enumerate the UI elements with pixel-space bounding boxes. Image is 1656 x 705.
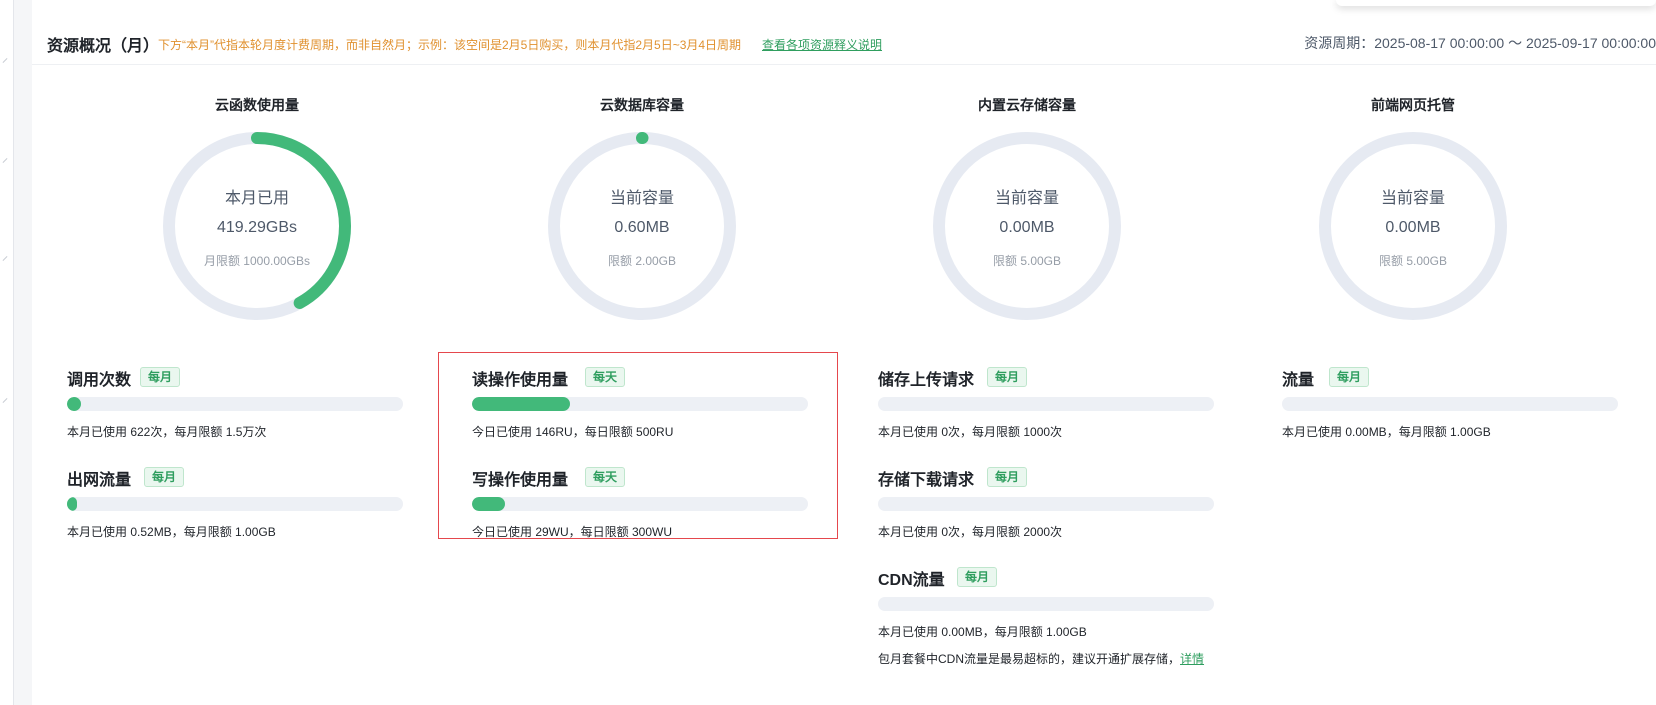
gauge-label: 当前容量 — [1380, 190, 1445, 207]
metric-name: 流量 — [1282, 372, 1315, 389]
progress-track — [67, 497, 403, 511]
metric-upload-requests: 储存上传请求 每月 本月已使用 0次，每月限额 1000次 — [878, 366, 1218, 446]
frequency-badge: 每月 — [1329, 367, 1370, 387]
metric-desc: 今日已使用 146RU，每日限额 500RU — [472, 425, 674, 439]
gauge-label: 当前容量 — [994, 190, 1059, 207]
progress-track — [472, 397, 808, 411]
metric-name: 储存上传请求 — [878, 372, 975, 389]
content-gutter — [15, 0, 32, 705]
metric-desc: 本月已使用 0次，每月限额 2000次 — [878, 525, 1063, 539]
gauge-label: 当前容量 — [609, 190, 674, 207]
gauge-limit: 限额 5.00GB — [1378, 254, 1448, 268]
gauge-title: 云数据库容量 — [600, 97, 684, 113]
progress-track — [472, 497, 808, 511]
cdn-warning-note: 包月套餐中CDN流量是最易超标的，建议开通扩展存储，详情 — [878, 650, 1204, 667]
metric-traffic: 流量 每月 本月已使用 0.00MB，每月限额 1.00GB — [1282, 366, 1622, 446]
metric-name: 读操作使用量 — [472, 372, 569, 389]
frequency-badge: 每月 — [140, 367, 181, 387]
metric-name: 存储下载请求 — [878, 472, 975, 489]
progress-track — [878, 397, 1214, 411]
metric-desc: 本月已使用 0次，每月限额 1000次 — [878, 425, 1063, 439]
rail-tick — [2, 158, 8, 163]
metric-name: CDN流量 — [878, 572, 945, 589]
rail-tick — [2, 398, 8, 403]
progress-fill — [67, 397, 81, 411]
cdn-note-text: 包月套餐中CDN流量是最易超标的，建议开通扩展存储， — [878, 652, 1181, 666]
metric-write-ops: 写操作使用量 每天 今日已使用 29WU，每日限额 300WU — [472, 466, 812, 546]
progress-track — [1282, 397, 1618, 411]
metric-desc: 本月已使用 622次，每月限额 1.5万次 — [67, 425, 267, 439]
gauge-limit: 限额 5.00GB — [992, 254, 1062, 268]
progress-fill — [472, 397, 571, 411]
gauge-value: 0.00MB — [1385, 219, 1441, 236]
metric-desc: 本月已使用 0.00MB，每月限额 1.00GB — [1282, 425, 1491, 439]
progress-track — [67, 397, 403, 411]
overview-header: 资源概况（月） 下方“本月”代指本轮月度计费周期，而非自然月；示例：该空间是2月… — [32, 0, 1656, 65]
progress-track — [878, 497, 1214, 511]
metric-calls: 调用次数 每月 本月已使用 622次，每月限额 1.5万次 — [67, 366, 407, 446]
gauge-label: 本月已用 — [224, 190, 289, 207]
metric-cdn-traffic: CDN流量 每月 本月已使用 0.00MB，每月限额 1.00GB — [878, 566, 1218, 646]
page-title: 资源概况（月） — [47, 38, 160, 55]
gauge-title: 前端网页托管 — [1371, 97, 1455, 113]
gauge-title: 云函数使用量 — [215, 97, 299, 113]
metric-desc: 今日已使用 29WU，每日限额 300WU — [472, 525, 673, 539]
frequency-badge: 每月 — [957, 567, 998, 587]
metric-desc: 本月已使用 0.00MB，每月限额 1.00GB — [878, 625, 1087, 639]
progress-fill — [472, 497, 505, 511]
rail-tick — [2, 58, 8, 63]
metric-read-ops: 读操作使用量 每天 今日已使用 146RU，每日限额 500RU — [472, 366, 812, 446]
metric-name: 写操作使用量 — [472, 472, 569, 489]
gauge-value: 419.29GBs — [216, 219, 298, 236]
frequency-badge: 每月 — [987, 467, 1028, 487]
rail-tick — [2, 256, 8, 261]
metric-egress: 出网流量 每月 本月已使用 0.52MB，每月限额 1.00GB — [67, 466, 407, 546]
metric-name: 调用次数 — [67, 372, 132, 389]
frequency-badge: 每天 — [585, 467, 626, 487]
frequency-badge: 每月 — [144, 467, 185, 487]
resource-overview-panel: 资源概况（月） 下方“本月”代指本轮月度计费周期，而非自然月；示例：该空间是2月… — [32, 0, 1656, 705]
gauge-limit: 限额 2.00GB — [607, 254, 677, 268]
cdn-details-link[interactable]: 详情 — [1180, 652, 1204, 666]
frequency-badge: 每月 — [987, 367, 1028, 387]
gauge-value: 0.60MB — [614, 219, 670, 236]
progress-track — [878, 597, 1214, 611]
frequency-badge: 每天 — [585, 367, 626, 387]
metric-name: 出网流量 — [67, 472, 132, 489]
resource-period: 资源周期：2025-08-17 00:00:00 ～ 2025-09-17 00… — [1304, 35, 1656, 51]
left-rail — [0, 0, 14, 705]
progress-fill — [67, 497, 78, 511]
billing-period-hint: 下方“本月”代指本轮月度计费周期，而非自然月；示例：该空间是2月5日购买，则本月… — [158, 38, 742, 52]
resource-definitions-link[interactable]: 查看各项资源释义说明 — [762, 36, 882, 53]
gauge-title: 内置云存储容量 — [978, 97, 1076, 113]
metric-desc: 本月已使用 0.52MB，每月限额 1.00GB — [67, 525, 276, 539]
metric-download-requests: 存储下载请求 每月 本月已使用 0次，每月限额 2000次 — [878, 466, 1218, 546]
gauge-value: 0.00MB — [999, 219, 1055, 236]
gauge-limit: 月限额 1000.00GBs — [203, 254, 311, 268]
